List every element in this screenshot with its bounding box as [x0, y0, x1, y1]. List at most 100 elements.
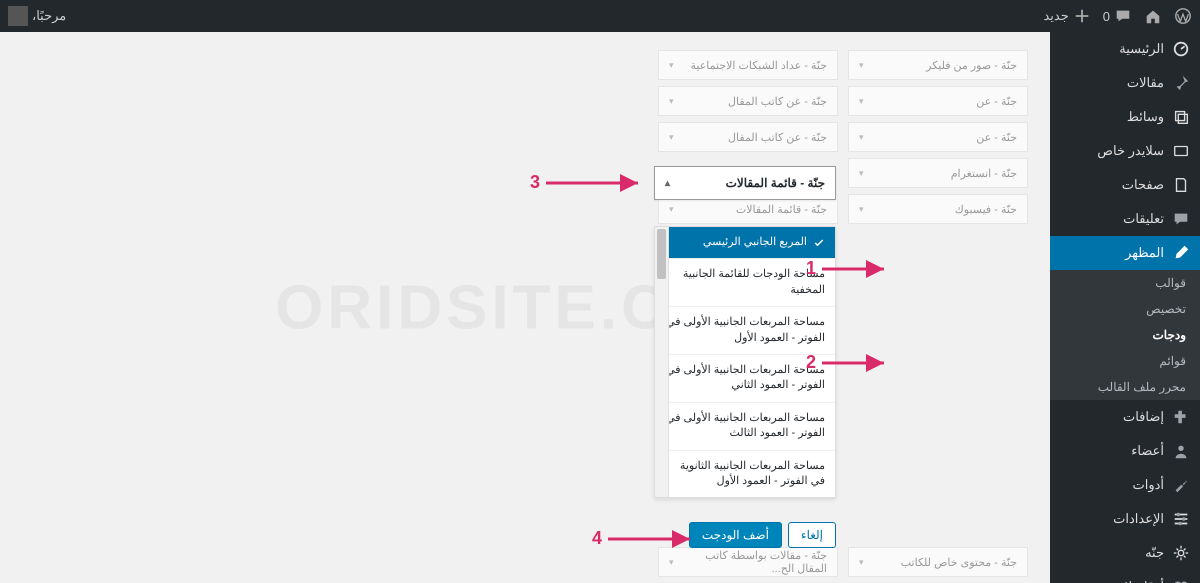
- dashboard-icon: [1172, 40, 1190, 58]
- avatar: [8, 6, 28, 26]
- menu-posts[interactable]: مقالات: [1050, 66, 1200, 100]
- location-option[interactable]: مساحة المربعات الجانبية الأولى في الفوتر…: [655, 307, 835, 355]
- menu-label: مقالات: [1127, 75, 1164, 91]
- menu-label: الرئيسية: [1119, 41, 1164, 57]
- cancel-button[interactable]: إلغاء: [788, 522, 836, 548]
- widget-box-label: جنّة - محتوى خاص للكاتب: [901, 556, 1017, 569]
- widget-box-label: جنّة - صور من فليكر: [926, 59, 1017, 72]
- available-widgets-bottom: جنّة - محتوى خاص للكاتب ▾ جنّة - مقالات ب…: [658, 547, 1028, 577]
- scrollbar[interactable]: [655, 227, 669, 497]
- widget-box-label: جنّة - قائمة المقالات: [736, 203, 827, 216]
- submenu-widgets[interactable]: ودجات: [1050, 322, 1200, 348]
- widget-box-label: جنّة - عن: [976, 131, 1017, 144]
- menu-plugins[interactable]: إضافات: [1050, 400, 1200, 434]
- add-widget-button[interactable]: أضف الودجت: [689, 522, 782, 548]
- menu-label: الإعدادات: [1113, 511, 1164, 527]
- widget-box-label: جنّة - عن كاتب المقال: [728, 95, 827, 108]
- submenu-editor[interactable]: محرر ملف القالب: [1050, 374, 1200, 400]
- pin-icon: [1172, 74, 1190, 92]
- widget-selected[interactable]: جنّة - قائمة المقالات ▴: [654, 166, 836, 200]
- annotation-2: 2: [800, 352, 892, 373]
- widget-box-label: جنّة - عداد الشبكات الاجتماعية: [691, 59, 827, 72]
- location-label: مساحة المربعات الجانبية الأولى في الفوتر…: [666, 412, 825, 439]
- location-label: المربع الجانبي الرئيسي: [703, 235, 807, 250]
- menu-tools[interactable]: أدوات: [1050, 468, 1200, 502]
- menu-arqam[interactable]: أرقام لايت: [1050, 570, 1200, 583]
- comment-count-value: 0: [1103, 9, 1110, 24]
- arrow-icon: [608, 529, 698, 549]
- widget-box[interactable]: جنّة - عن▾: [848, 86, 1028, 116]
- menu-label: أعضاء: [1131, 443, 1164, 459]
- location-label: مساحة المربعات الجانبية الثانوية في الفو…: [680, 460, 825, 487]
- menu-label: إضافات: [1123, 409, 1164, 425]
- submenu-menus[interactable]: قوائم: [1050, 348, 1200, 374]
- chevron-down-icon: ▾: [669, 132, 674, 143]
- menu-label: أرقام لايت: [1108, 579, 1164, 583]
- plus-icon: [1073, 7, 1091, 25]
- chevron-down-icon: ▾: [669, 204, 674, 215]
- arrow-icon: [822, 259, 892, 279]
- page-icon: [1172, 176, 1190, 194]
- widget-box[interactable]: جنّة - عداد الشبكات الاجتماعية▾: [658, 50, 838, 80]
- workspace: ORIDSITE.C جنّة - صور من فليكر▾ جنّة - ع…: [0, 32, 1050, 583]
- menu-appearance[interactable]: المظهر: [1050, 236, 1200, 270]
- widget-box[interactable]: جنّة - عن كاتب المقال ▾: [658, 122, 838, 152]
- location-option-selected[interactable]: المربع الجانبي الرئيسي: [655, 227, 835, 259]
- menu-label: تعليقات: [1123, 211, 1164, 227]
- greeting[interactable]: مرحبًا،: [8, 6, 66, 26]
- widget-box-label: جنّة - عن كاتب المقال: [728, 131, 827, 144]
- menu-media[interactable]: وسائط: [1050, 100, 1200, 134]
- comments-icon: [1172, 210, 1190, 228]
- chevron-down-icon: ▾: [859, 60, 864, 71]
- new-content[interactable]: جديد: [1043, 7, 1090, 25]
- location-label: مساحة المربعات الجانبية الأولى في الفوتر…: [666, 316, 825, 343]
- admin-sidebar: الرئيسية مقالات وسائط سلايدر خاص صفحات ت…: [1050, 32, 1200, 583]
- location-option[interactable]: مساحة المربعات الجانبية الأولى في الفوتر…: [655, 403, 835, 451]
- submenu-themes[interactable]: قوالب: [1050, 270, 1200, 296]
- widget-box[interactable]: جنّة - عن ▾: [848, 122, 1028, 152]
- menu-label: سلايدر خاص: [1097, 143, 1164, 159]
- submenu-customize[interactable]: تخصيص: [1050, 296, 1200, 322]
- menu-comments[interactable]: تعليقات: [1050, 202, 1200, 236]
- menu-label: أدوات: [1132, 477, 1164, 493]
- widget-box[interactable]: جنّة - مقالات بواسطة كاتب المقال الح...▾: [658, 547, 838, 577]
- arrow-icon: [822, 353, 892, 373]
- home-icon[interactable]: [1144, 7, 1162, 25]
- widget-box[interactable]: جنّة - فيسبوك▾: [848, 194, 1028, 224]
- annotation-1: 1: [800, 258, 892, 279]
- widget-box[interactable]: جنّة - محتوى خاص للكاتب ▾: [848, 547, 1028, 577]
- widget-box[interactable]: جنّة - عن كاتب المقال ▾: [658, 86, 838, 116]
- menu-users[interactable]: أعضاء: [1050, 434, 1200, 468]
- arrow-icon: [546, 173, 646, 193]
- widgets-col-1: جنّة - صور من فليكر▾ جنّة - عن▾ جنّة - ع…: [848, 50, 1028, 224]
- menu-settings[interactable]: الإعدادات: [1050, 502, 1200, 536]
- menu-jannah[interactable]: جنّه: [1050, 536, 1200, 570]
- chevron-down-icon: ▾: [669, 96, 674, 107]
- chevron-up-icon: ▴: [665, 178, 670, 189]
- widget-selected-label: جنّة - قائمة المقالات: [726, 176, 825, 190]
- menu-label: المظهر: [1125, 245, 1164, 261]
- check-icon: [813, 237, 825, 249]
- chevron-down-icon: ▾: [859, 132, 864, 143]
- widget-box-label: جنّة - انستغرام: [951, 167, 1017, 180]
- menu-pages[interactable]: صفحات: [1050, 168, 1200, 202]
- annotation-number: 3: [530, 172, 540, 193]
- annotation-number: 2: [806, 352, 816, 373]
- comment-icon: [1114, 7, 1132, 25]
- new-label: جديد: [1043, 8, 1068, 24]
- menu-label: وسائط: [1127, 109, 1164, 125]
- widget-action-buttons: إلغاء أضف الودجت: [689, 522, 836, 548]
- annotation-3: 3: [524, 172, 646, 193]
- menu-slider[interactable]: سلايدر خاص: [1050, 134, 1200, 168]
- plugin-icon: [1172, 408, 1190, 426]
- media-icon: [1172, 108, 1190, 126]
- comments-count[interactable]: 0: [1103, 7, 1132, 25]
- location-option[interactable]: مساحة المربعات الجانبية الثانوية في الفو…: [655, 451, 835, 498]
- heart-icon: [1172, 578, 1190, 583]
- wordpress-icon[interactable]: [1174, 7, 1192, 25]
- widget-box[interactable]: جنّة - انستغرام▾: [848, 158, 1028, 188]
- menu-dashboard[interactable]: الرئيسية: [1050, 32, 1200, 66]
- widget-box[interactable]: جنّة - صور من فليكر ▾: [848, 50, 1028, 80]
- greeting-text: مرحبًا،: [32, 8, 66, 24]
- chevron-down-icon: ▾: [859, 557, 864, 568]
